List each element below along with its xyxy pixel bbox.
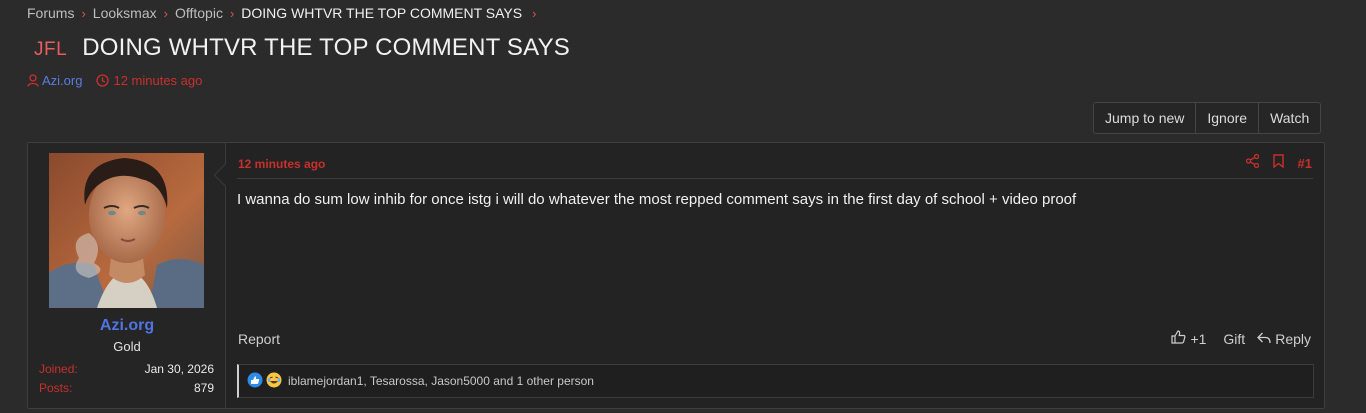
post-actions: +1 Gift Reply xyxy=(1154,330,1311,347)
breadcrumb: Forums › Looksmax › Offtopic › DOING WHT… xyxy=(27,5,543,21)
thread-prefix[interactable]: JFL xyxy=(34,39,67,61)
bookmark-icon[interactable] xyxy=(1272,154,1284,173)
post-time[interactable]: 12 minutes ago xyxy=(238,157,325,171)
like-count: +1 xyxy=(1190,330,1207,347)
breadcrumb-offtopic[interactable]: Offtopic xyxy=(175,5,223,21)
post-header-divider xyxy=(237,178,1313,179)
like-button[interactable]: +1 xyxy=(1171,330,1206,347)
chevron-right-icon: › xyxy=(532,5,537,21)
posts-label: Posts: xyxy=(39,381,73,395)
reply-label: Reply xyxy=(1275,330,1311,347)
breadcrumb-looksmax[interactable]: Looksmax xyxy=(93,5,157,21)
joined-value: Jan 30, 2026 xyxy=(144,362,214,376)
reply-icon xyxy=(1257,331,1275,347)
clock-icon xyxy=(96,74,110,87)
post-tools: #1 xyxy=(1245,153,1312,173)
page-title: DOING WHTVR THE TOP COMMENT SAYS xyxy=(82,34,570,61)
like-reaction-icon xyxy=(247,372,263,391)
chevron-right-icon: › xyxy=(163,5,168,21)
jump-to-new-button[interactable]: Jump to new xyxy=(1094,103,1197,133)
reply-button[interactable]: Reply xyxy=(1257,331,1311,347)
user-rank: Gold xyxy=(113,339,141,354)
posts-value: 879 xyxy=(193,381,214,395)
post-number[interactable]: #1 xyxy=(1298,156,1312,171)
post: Azi.org Gold Joined: Jan 30, 2026 Posts:… xyxy=(27,142,1325,409)
thread-time[interactable]: 12 minutes ago xyxy=(113,73,202,88)
post-author-username[interactable]: Azi.org xyxy=(28,317,226,335)
user-panel: Azi.org Gold Joined: Jan 30, 2026 Posts:… xyxy=(28,143,226,408)
user-posts-row: Posts: 879 xyxy=(39,381,214,395)
reactions-list-text: iblamejordan1, Tesarossa, Jason5000 and … xyxy=(288,374,594,388)
report-link[interactable]: Report xyxy=(238,331,280,347)
gift-button[interactable]: Gift xyxy=(1223,331,1245,347)
thread-action-buttons: Jump to new Ignore Watch xyxy=(1093,102,1322,134)
breadcrumb-forums[interactable]: Forums xyxy=(27,5,74,21)
thumbs-up-icon xyxy=(1171,330,1190,347)
user-icon xyxy=(27,74,39,87)
thread-meta: Azi.org 12 minutes ago xyxy=(27,73,202,88)
chevron-right-icon: › xyxy=(229,5,235,21)
post-message: I wanna do sum low inhib for once istg i… xyxy=(237,191,1077,208)
joined-label: Joined: xyxy=(39,362,78,376)
user-joined-row: Joined: Jan 30, 2026 xyxy=(39,362,214,376)
breadcrumb-current-thread[interactable]: DOING WHTVR THE TOP COMMENT SAYS xyxy=(241,5,522,21)
reactions-bar[interactable]: iblamejordan1, Tesarossa, Jason5000 and … xyxy=(237,364,1314,398)
avatar[interactable] xyxy=(49,153,204,308)
chevron-right-icon: › xyxy=(81,5,86,21)
laugh-reaction-icon xyxy=(266,372,282,391)
thread-author-link[interactable]: Azi.org xyxy=(42,73,82,88)
share-icon[interactable] xyxy=(1245,153,1259,173)
thread-title-row: JFL DOING WHTVR THE TOP COMMENT SAYS xyxy=(34,34,570,62)
watch-button[interactable]: Watch xyxy=(1259,103,1320,133)
ignore-button[interactable]: Ignore xyxy=(1196,103,1260,133)
